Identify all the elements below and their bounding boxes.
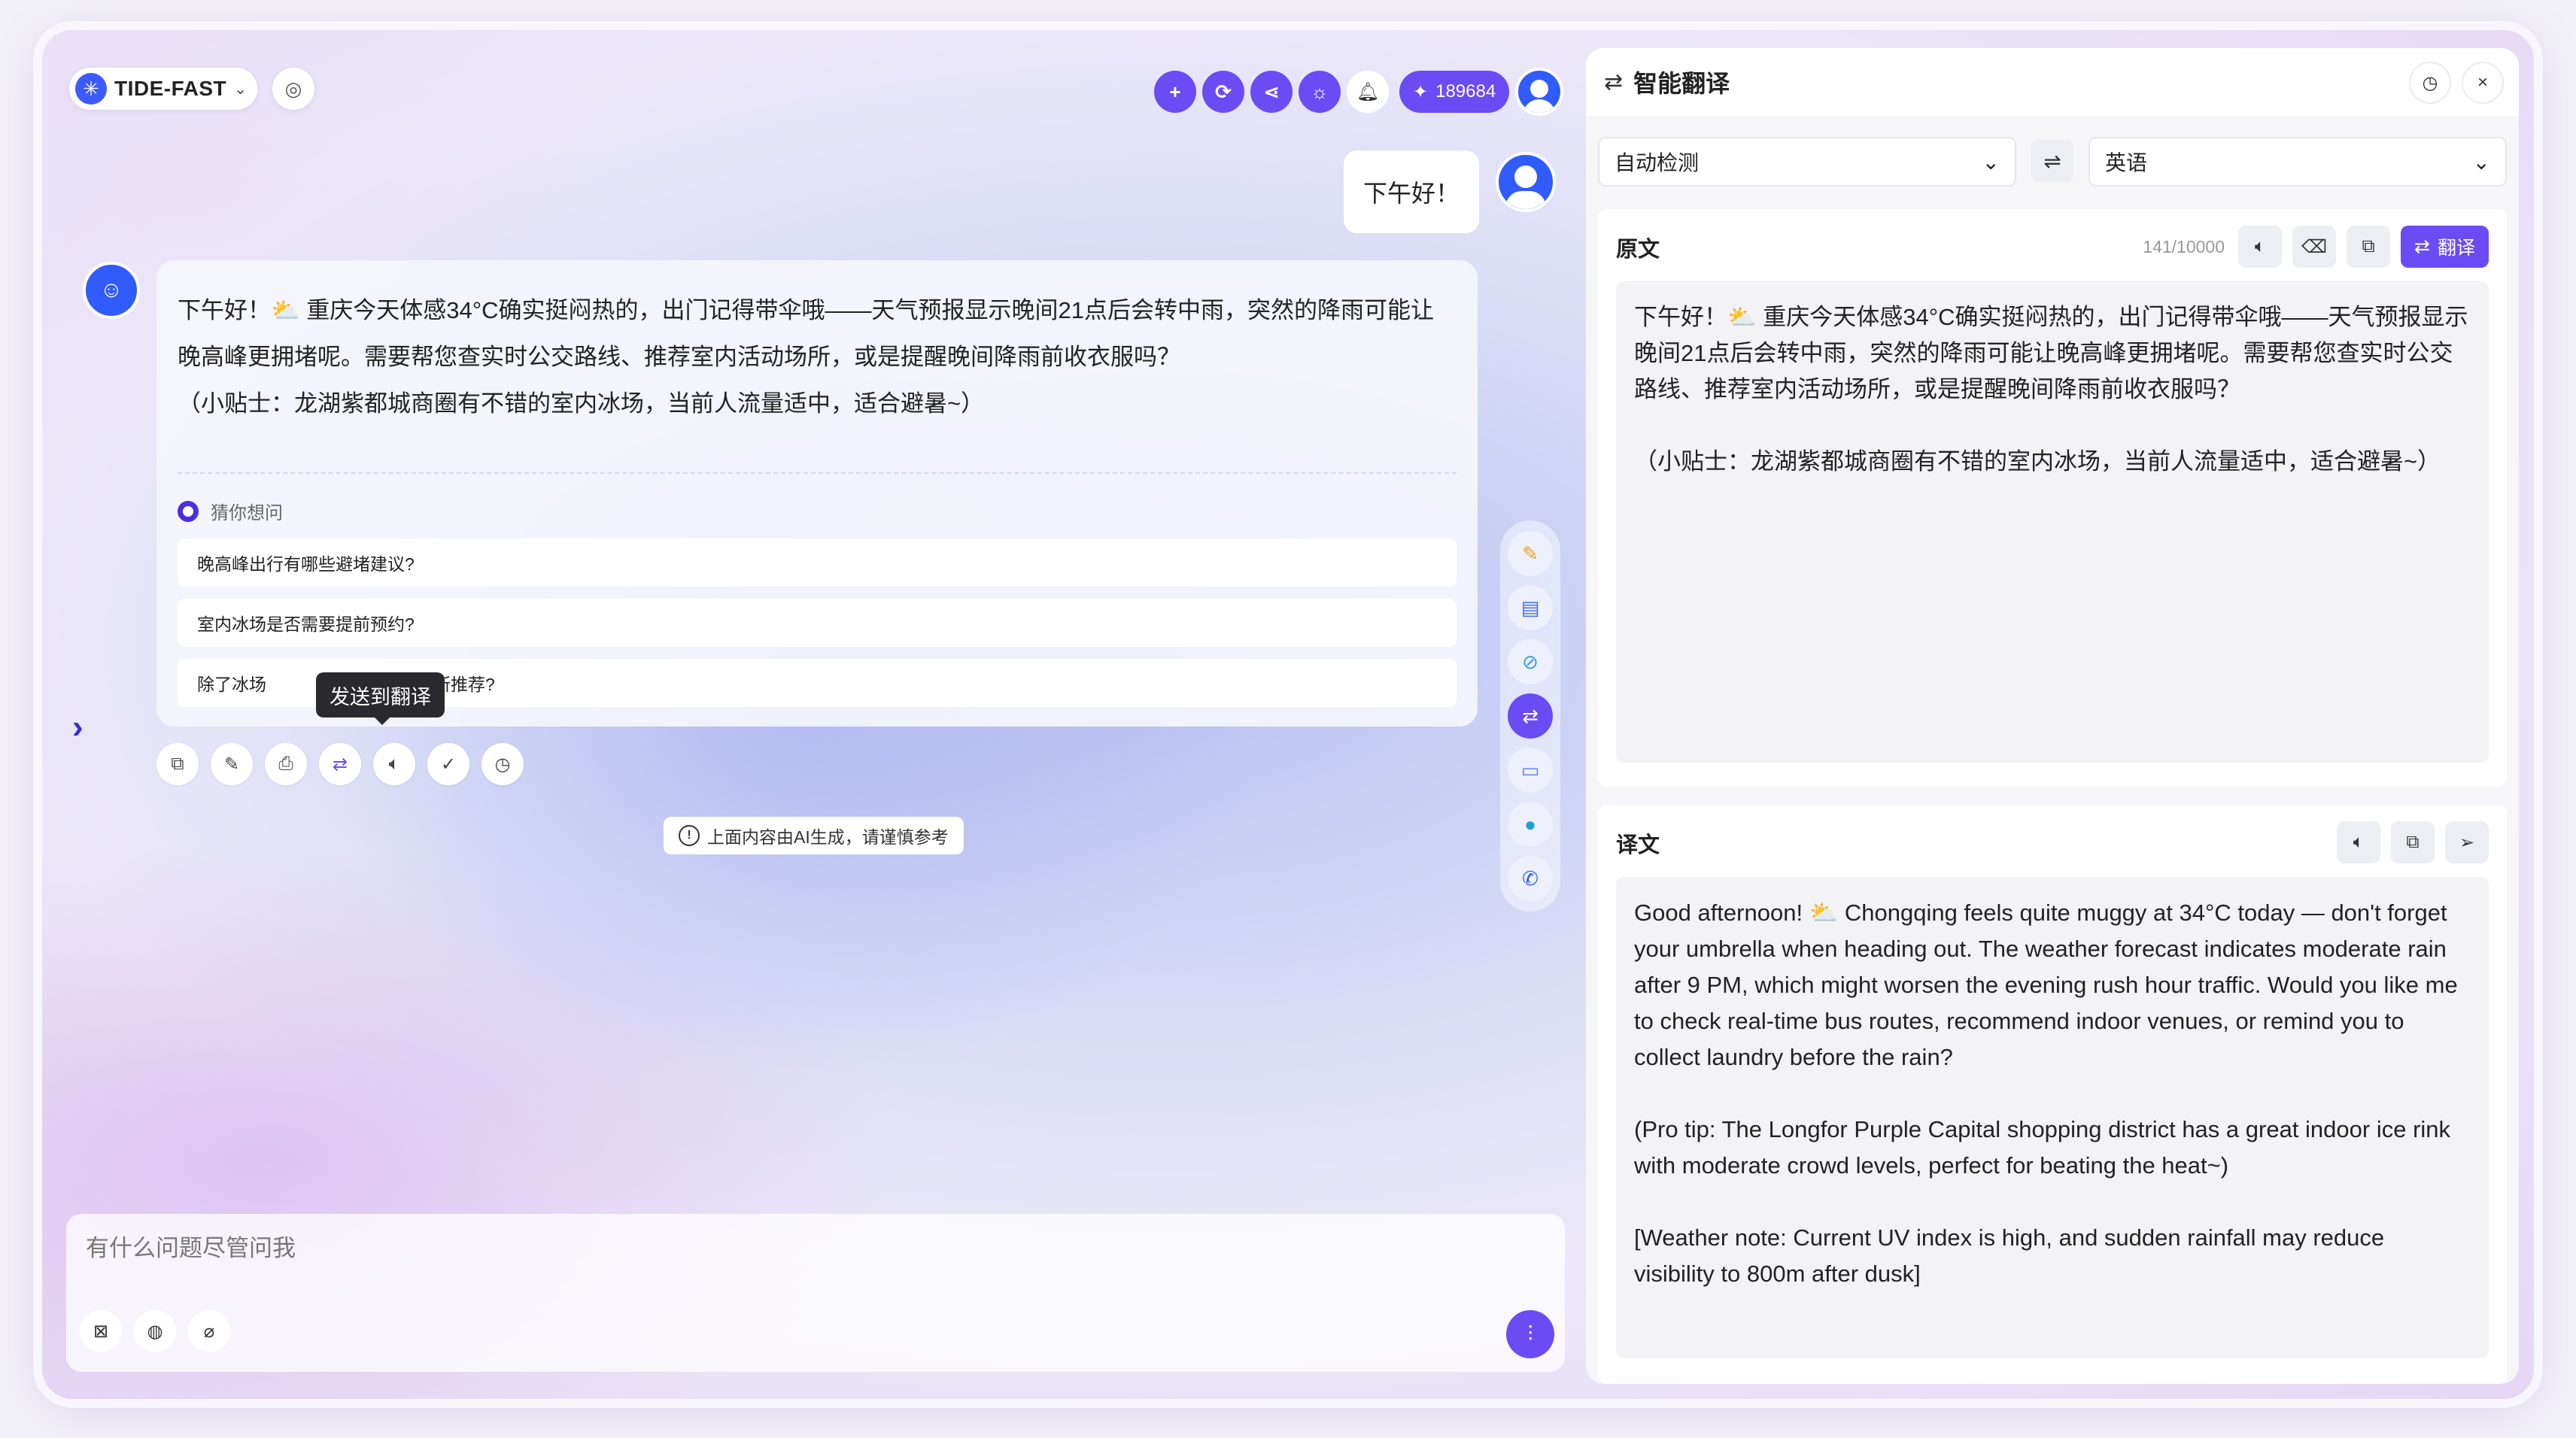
source-toolbar: 141/10000 🔈︎ ⌫ ⧉ ⇄ 翻译 xyxy=(2143,226,2489,268)
target-section: 译文 🔈︎ ⧉ ➢ Good afternoon! ⛅ Chongqing fe… xyxy=(1598,805,2507,1384)
board-icon[interactable]: ▭ xyxy=(1508,748,1553,793)
avatar[interactable] xyxy=(1515,68,1564,116)
close-icon[interactable]: × xyxy=(2462,62,2504,104)
clock-icon[interactable]: ◷ xyxy=(481,743,524,785)
target-paragraph: Good afternoon! ⛅ Chongqing feels quite … xyxy=(1634,900,2458,1070)
bot-message-card: 下午好！⛅ 重庆今天体感34°C确实挺闷热的，出门记得带伞哦——天气预报显示晚间… xyxy=(156,260,1478,727)
radio-dot-icon xyxy=(178,500,199,522)
tool-dock: ✎ ▤ ⊘ ⇄ ▭ ● ✆ xyxy=(1500,520,1560,912)
chevron-down-icon: ⌄ xyxy=(234,80,247,98)
model-selector[interactable]: ✳ TIDE-FAST ⌄ xyxy=(69,68,257,110)
target-paragraph: (Pro tip: The Longfor Purple Capital sho… xyxy=(1634,1116,2451,1179)
source-paragraph: 下午好！⛅ 重庆今天体感34°C确实挺闷热的，出门记得带伞哦——天气预报显示晚间… xyxy=(1634,304,2468,402)
bot-message: 下午好！⛅ 重庆今天体感34°C确实挺闷热的，出门记得带伞哦——天气预报显示晚间… xyxy=(178,287,1457,427)
globe-icon[interactable]: ◍ xyxy=(134,1310,176,1352)
language-row: 自动检测 ⌄ ⇌ 英语 ⌄ xyxy=(1598,137,2507,187)
swap-languages-icon[interactable]: ⇌ xyxy=(2031,140,2073,182)
plus-icon[interactable]: + xyxy=(1154,71,1196,113)
source-text-area[interactable]: 下午好！⛅ 重庆今天体感34°C确实挺闷热的，出门记得带伞哦——天气预报显示晚间… xyxy=(1616,281,2489,763)
user-message: 下午好！ xyxy=(1344,150,1479,233)
suggestion-item[interactable]: 晚高峰出行有哪些避堵建议? xyxy=(178,538,1457,587)
sparkle-icon: ✦ xyxy=(1413,81,1429,102)
target-paragraph: [Weather note: Current UV index is high,… xyxy=(1634,1224,2385,1287)
edit-icon[interactable]: ✎ xyxy=(211,743,253,785)
suggestions-header: 猜你想问 xyxy=(178,498,283,524)
source-title: 原文 xyxy=(1616,238,1660,262)
speaker-icon[interactable]: 🔈︎ xyxy=(2238,226,2283,268)
ai-disclaimer-text: 上面内容由AI生成，请谨慎参考 xyxy=(707,827,949,847)
bot-message-text: 下午好！⛅ 重庆今天体感34°C确实挺闷热的，出门记得带伞哦——天气预报显示晚间… xyxy=(178,297,1434,370)
translation-title: 智能翻译 xyxy=(1633,70,1730,97)
phone-icon[interactable]: ✆ xyxy=(1508,856,1553,901)
bell-icon[interactable]: 🔔︎ xyxy=(1347,71,1389,113)
chevron-down-icon: ⌄ xyxy=(1982,150,2000,174)
brand-name: TIDE-FAST xyxy=(114,77,227,100)
divider xyxy=(178,472,1457,474)
chevron-down-icon: ⌄ xyxy=(2472,150,2490,174)
translate-button[interactable]: ⇄ 翻译 xyxy=(2401,226,2489,268)
copy-icon[interactable]: ⧉ xyxy=(2347,226,2391,268)
translate-icon[interactable]: ⇄ xyxy=(319,743,361,785)
history-icon[interactable]: ◷ xyxy=(2409,62,2451,104)
target-language-value: 英语 xyxy=(2105,151,2148,174)
apps-icon[interactable]: ⊠ xyxy=(80,1310,122,1352)
suggestion-item[interactable]: 室内冰场是否需要提前预约? xyxy=(178,599,1457,647)
top-actions: + ⟳ ⋖ ☼ 🔔︎ ✦ 189684 xyxy=(1154,68,1564,116)
source-paragraph: （小贴士：龙湖紫都城商圈有不错的室内冰场，当前人流量适中，适合避暑~） xyxy=(1634,448,2441,475)
bot-message-tip: （小贴士：龙湖紫都城商圈有不错的室内冰场，当前人流量适中，适合避暑~） xyxy=(178,390,985,417)
paperclip-icon[interactable]: ⌀ xyxy=(188,1310,230,1352)
target-icon[interactable]: ◎ xyxy=(272,68,314,110)
broom-icon[interactable]: ⌫ xyxy=(2292,226,2337,268)
chat-input-placeholder: 有什么问题尽管问我 xyxy=(86,1235,296,1261)
check-circle-icon[interactable]: ✓ xyxy=(427,743,469,785)
source-language-value: 自动检测 xyxy=(1615,151,1700,174)
target-toolbar: 🔈︎ ⧉ ➢ xyxy=(2337,821,2489,863)
translate-icon: ⇄ xyxy=(2414,236,2430,257)
input-toolbar: ⊠ ◍ ⌀ xyxy=(80,1310,230,1352)
target-text-area: Good afternoon! ⛅ Chongqing feels quite … xyxy=(1616,877,2489,1358)
source-section: 原文 141/10000 🔈︎ ⌫ ⧉ ⇄ 翻译 下午好！⛅ 重庆今天体感34°… xyxy=(1598,209,2507,787)
suggestion-text-start: 除了冰场 xyxy=(197,675,266,694)
voice-input-button[interactable]: ⫶ xyxy=(1506,1310,1554,1358)
chevron-right-icon[interactable]: › xyxy=(72,708,84,746)
translate-button-label: 翻译 xyxy=(2437,238,2475,259)
notes-icon[interactable]: ✎ xyxy=(1508,531,1553,576)
shield-icon: ! xyxy=(679,825,700,846)
bot-avatar: ☺ xyxy=(83,262,140,319)
sun-icon[interactable]: ☼ xyxy=(1299,71,1341,113)
spark-logo-icon: ✳ xyxy=(75,73,107,105)
target-title: 译文 xyxy=(1616,833,1660,857)
export-icon[interactable]: ⎙ xyxy=(265,743,307,785)
speaker-icon[interactable]: 🔈︎ xyxy=(373,743,415,785)
send-to-translate-tooltip: 发送到翻译 xyxy=(316,672,445,725)
translation-header: ⇄ 智能翻译 ◷ × xyxy=(1586,48,2519,116)
refresh-icon[interactable]: ⟳ xyxy=(1202,71,1244,113)
clip-icon[interactable]: ⊘ xyxy=(1508,639,1553,684)
copy-icon[interactable]: ⧉ xyxy=(156,743,199,785)
translate-tool-icon[interactable]: ⇄ xyxy=(1508,693,1553,739)
credits-count: 189684 xyxy=(1435,81,1496,102)
chat-input[interactable]: 有什么问题尽管问我 ⊠ ◍ ⌀ ⫶ xyxy=(66,1214,1565,1372)
document-icon[interactable]: ▤ xyxy=(1508,585,1553,630)
user-avatar xyxy=(1496,152,1556,212)
copy-icon[interactable]: ⧉ xyxy=(2391,821,2435,863)
app-window: ✳ TIDE-FAST ⌄ ◎ + ⟳ ⋖ ☼ 🔔︎ ✦ 189684 下午好！… xyxy=(42,30,2534,1399)
credits-badge[interactable]: ✦ 189684 xyxy=(1399,71,1510,113)
target-language-select[interactable]: 英语 ⌄ xyxy=(2088,137,2507,187)
source-language-select[interactable]: 自动检测 ⌄ xyxy=(1598,137,2016,187)
waveform-icon: ⫶ xyxy=(1527,1321,1533,1345)
ai-disclaimer: ! 上面内容由AI生成，请谨慎参考 xyxy=(664,817,964,854)
translate-icon: ⇄ xyxy=(1604,69,1624,95)
chat-bubble-icon[interactable]: ● xyxy=(1508,802,1553,847)
speaker-icon[interactable]: 🔈︎ xyxy=(2337,821,2380,863)
send-icon[interactable]: ➢ xyxy=(2445,821,2489,863)
translation-panel: ⇄ 智能翻译 ◷ × 自动检测 ⌄ ⇌ 英语 ⌄ 原文 141/10000 🔈︎… xyxy=(1586,48,2519,1384)
char-count: 141/10000 xyxy=(2143,236,2225,256)
suggestions-title: 猜你想问 xyxy=(211,503,283,523)
message-toolbar: ⧉ ✎ ⎙ ⇄ 🔈︎ ✓ ◷ xyxy=(156,743,524,785)
share-icon[interactable]: ⋖ xyxy=(1250,71,1293,113)
